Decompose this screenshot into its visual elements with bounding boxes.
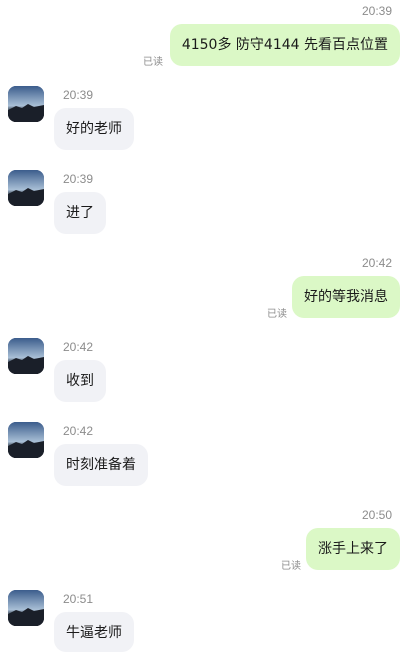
outgoing-message: 20:50 已读 涨手上来了	[0, 504, 407, 574]
message-text: 好的等我消息	[304, 289, 388, 305]
avatar[interactable]	[8, 590, 44, 626]
message-text: 好的老师	[66, 121, 122, 137]
landscape-avatar-icon	[8, 170, 44, 206]
message-bubble[interactable]: 进了	[54, 192, 106, 234]
message-time: 20:51	[63, 592, 94, 606]
message-bubble[interactable]: 涨手上来了	[306, 528, 400, 570]
avatar[interactable]	[8, 86, 44, 122]
message-text: 时刻准备着	[66, 457, 136, 473]
message-bubble[interactable]: 好的等我消息	[292, 276, 400, 318]
message-text: 牛逼老师	[66, 625, 122, 641]
message-time: 20:42	[63, 340, 94, 354]
message-text: 收到	[66, 373, 94, 389]
message-bubble[interactable]: 收到	[54, 360, 106, 402]
read-receipt: 已读	[143, 57, 163, 68]
message-bubble[interactable]: 牛逼老师	[54, 612, 134, 652]
message-bubble[interactable]: 时刻准备着	[54, 444, 148, 486]
avatar[interactable]	[8, 170, 44, 206]
avatar[interactable]	[8, 422, 44, 458]
chat-message-list: 20:39 已读 4150多 防守4144 先看百点位置 20:39 好的老师 …	[0, 0, 407, 653]
message-time: 20:42	[361, 256, 392, 270]
outgoing-message: 20:42 已读 好的等我消息	[0, 252, 407, 322]
read-receipt: 已读	[281, 561, 301, 572]
incoming-message: 20:39 好的老师	[0, 84, 407, 154]
landscape-avatar-icon	[8, 422, 44, 458]
avatar[interactable]	[8, 338, 44, 374]
outgoing-message: 20:39 已读 4150多 防守4144 先看百点位置	[0, 0, 407, 70]
incoming-message: 20:51 牛逼老师	[0, 588, 407, 653]
message-time: 20:50	[361, 508, 392, 522]
message-time: 20:39	[63, 88, 94, 102]
incoming-message: 20:42 收到	[0, 336, 407, 406]
message-text: 涨手上来了	[318, 541, 388, 557]
incoming-message: 20:39 进了	[0, 168, 407, 238]
message-text: 进了	[66, 205, 94, 221]
landscape-avatar-icon	[8, 86, 44, 122]
message-time: 20:42	[63, 424, 94, 438]
message-bubble[interactable]: 好的老师	[54, 108, 134, 150]
message-bubble[interactable]: 4150多 防守4144 先看百点位置	[169, 24, 400, 66]
read-receipt: 已读	[267, 309, 287, 320]
landscape-avatar-icon	[8, 338, 44, 374]
message-time: 20:39	[361, 4, 392, 18]
message-time: 20:39	[63, 172, 94, 186]
message-text: 4150多 防守4144 先看百点位置	[181, 37, 388, 53]
incoming-message: 20:42 时刻准备着	[0, 420, 407, 490]
landscape-avatar-icon	[8, 590, 44, 626]
